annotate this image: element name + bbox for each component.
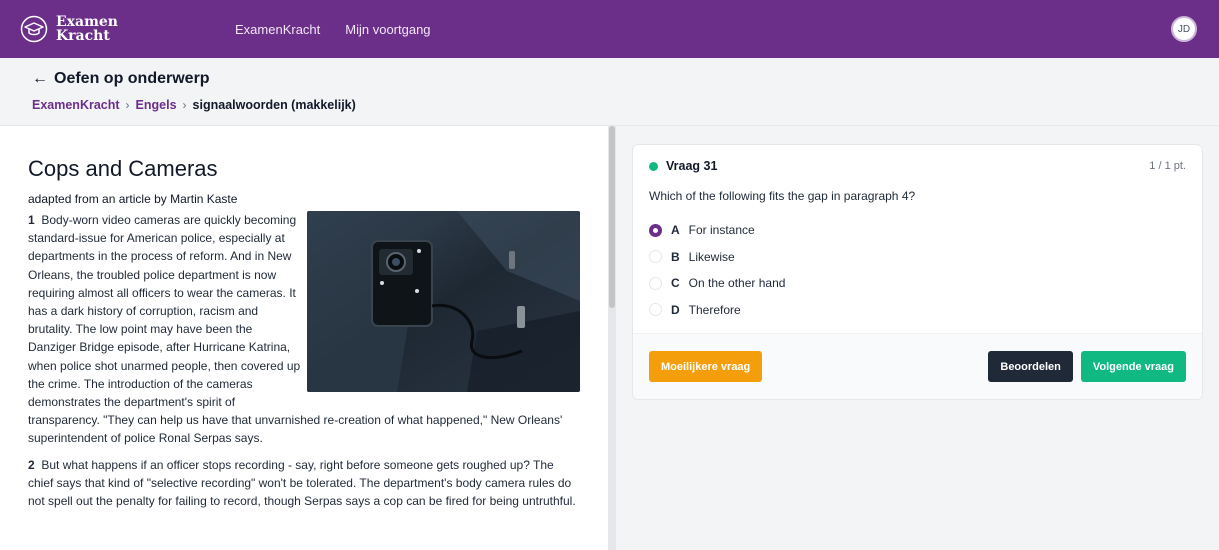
article-title: Cops and Cameras [28,156,218,181]
question-score: 1 / 1 pt. [1149,160,1186,172]
grade-button[interactable]: Beoordelen [988,351,1073,382]
status-dot-icon [649,161,658,171]
logo[interactable]: Examen Kracht [20,15,235,43]
article-panel: Cops and Cameras adapted from an article… [0,126,608,550]
chevron-right-icon: › [182,98,187,112]
breadcrumb: ExamenKracht › Engels › signaalwoorden (… [32,98,1187,112]
paragraph-number-1: 1 [28,213,35,227]
article-byline: adapted from an article by Martin Kaste [28,192,238,206]
graduation-cap-icon [20,15,48,43]
article-paragraph-1: 1 Body-worn video cameras are quickly be… [28,211,580,448]
page-header: ← Oefen op onderwerp ExamenKracht › Enge… [0,58,1219,126]
radio-icon[interactable] [649,276,662,290]
breadcrumb-current: signaalwoorden (makkelijk) [192,98,356,112]
answer-options: A For instance B Likewise C On the other… [649,217,1186,323]
arrow-left-icon: ← [32,70,48,87]
option-letter: A [671,223,680,238]
chevron-right-icon: › [125,98,130,112]
question-card: Vraag 31 1 / 1 pt. Which of the followin… [632,144,1203,400]
option-c[interactable]: C On the other hand [649,270,1186,297]
logo-line-2: Kracht [56,28,110,44]
question-panel: Vraag 31 1 / 1 pt. Which of the followin… [616,126,1219,550]
option-letter: D [671,302,680,317]
scrollbar[interactable] [608,126,616,550]
scrollbar-thumb[interactable] [609,126,615,308]
option-text: Therefore [688,302,741,317]
logo-line-1: Examen [56,14,118,30]
option-text: Likewise [688,249,735,264]
question-label: Vraag 31 [666,159,718,173]
page-title: Oefen op onderwerp [54,70,210,87]
option-letter: C [671,276,680,291]
option-text: On the other hand [688,276,786,291]
nav-link-examenkracht[interactable]: ExamenKracht [235,22,320,37]
option-d[interactable]: D Therefore [649,297,1186,324]
paragraph-1-text: Body-worn video cameras are quickly beco… [28,213,301,391]
option-b[interactable]: B Likewise [649,244,1186,271]
radio-icon[interactable] [649,303,662,317]
harder-question-button[interactable]: Moeilijkere vraag [649,351,763,382]
nav-link-mijn-voortgang[interactable]: Mijn voortgang [345,22,430,37]
article-paragraph-2: 2 But what happens if an officer stops r… [28,456,580,511]
next-question-button[interactable]: Volgende vraag [1080,351,1186,382]
paragraph-2-text: But what happens if an officer stops rec… [28,457,576,509]
radio-icon[interactable] [649,250,662,264]
option-letter: B [671,249,680,264]
top-navbar: Examen Kracht ExamenKracht Mijn voortgan… [0,0,1219,58]
breadcrumb-engels[interactable]: Engels [136,98,177,112]
back-link[interactable]: ← Oefen op onderwerp [32,70,1187,88]
body-camera-photo [307,211,580,392]
paragraph-number-2: 2 [28,457,35,472]
breadcrumb-examenkracht[interactable]: ExamenKracht [32,98,120,112]
question-actions: Moeilijkere vraag Beoordelen Volgende vr… [633,333,1202,399]
option-text: For instance [688,223,755,238]
radio-selected-icon[interactable] [649,223,662,237]
option-a[interactable]: A For instance [649,217,1186,244]
avatar[interactable]: JD [1171,16,1197,42]
question-text: Which of the following fits the gap in p… [649,189,916,203]
